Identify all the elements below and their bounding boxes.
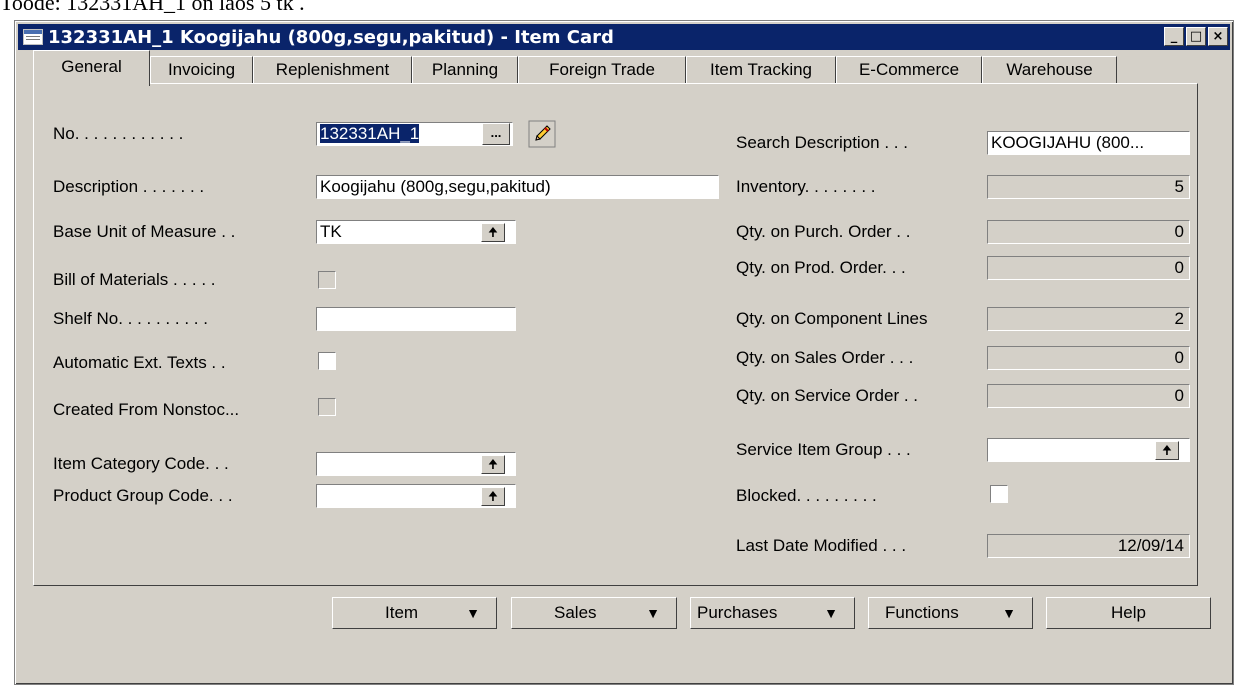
- dropdown-arrow-icon: ▼: [646, 605, 660, 621]
- page-caption: Toode: 132331AH_1 on laos 5 tk .: [0, 0, 305, 15]
- minimize-button[interactable]: _: [1164, 27, 1184, 46]
- window-title: 132331AH_1 Koogijahu (800g,segu,pakitud)…: [48, 27, 614, 48]
- dropdown-arrow-icon: ▼: [824, 605, 838, 621]
- functions-menu-label: Functions: [885, 603, 959, 622]
- item-card-icon: [23, 29, 43, 45]
- purchases-menu-label: Purchases: [697, 603, 778, 622]
- item-menu-button[interactable]: Item ▼: [332, 597, 497, 629]
- maximize-button[interactable]: □: [1186, 27, 1206, 46]
- tab-foreign-trade[interactable]: Foreign Trade: [518, 56, 686, 84]
- tab-warehouse[interactable]: Warehouse: [982, 56, 1117, 84]
- tab-invoicing[interactable]: Invoicing: [150, 56, 253, 84]
- help-button[interactable]: Help: [1046, 597, 1211, 629]
- dropdown-arrow-icon: ▼: [1002, 605, 1016, 621]
- general-panel: [33, 83, 1198, 586]
- tab-e-commerce[interactable]: E-Commerce: [836, 56, 982, 84]
- tab-item-tracking[interactable]: Item Tracking: [686, 56, 836, 84]
- sales-menu-button[interactable]: Sales ▼: [511, 597, 677, 629]
- dropdown-arrow-icon: ▼: [466, 605, 480, 621]
- sales-menu-label: Sales: [554, 603, 597, 622]
- tab-planning[interactable]: Planning: [412, 56, 518, 84]
- tab-general[interactable]: General: [33, 50, 150, 86]
- close-button[interactable]: ×: [1208, 27, 1228, 46]
- title-bar[interactable]: 132331AH_1 Koogijahu (800g,segu,pakitud)…: [18, 24, 1230, 50]
- tab-replenishment[interactable]: Replenishment: [253, 56, 412, 84]
- functions-menu-button[interactable]: Functions ▼: [868, 597, 1033, 629]
- purchases-menu-button[interactable]: Purchases ▼: [690, 597, 855, 629]
- item-menu-label: Item: [385, 603, 419, 622]
